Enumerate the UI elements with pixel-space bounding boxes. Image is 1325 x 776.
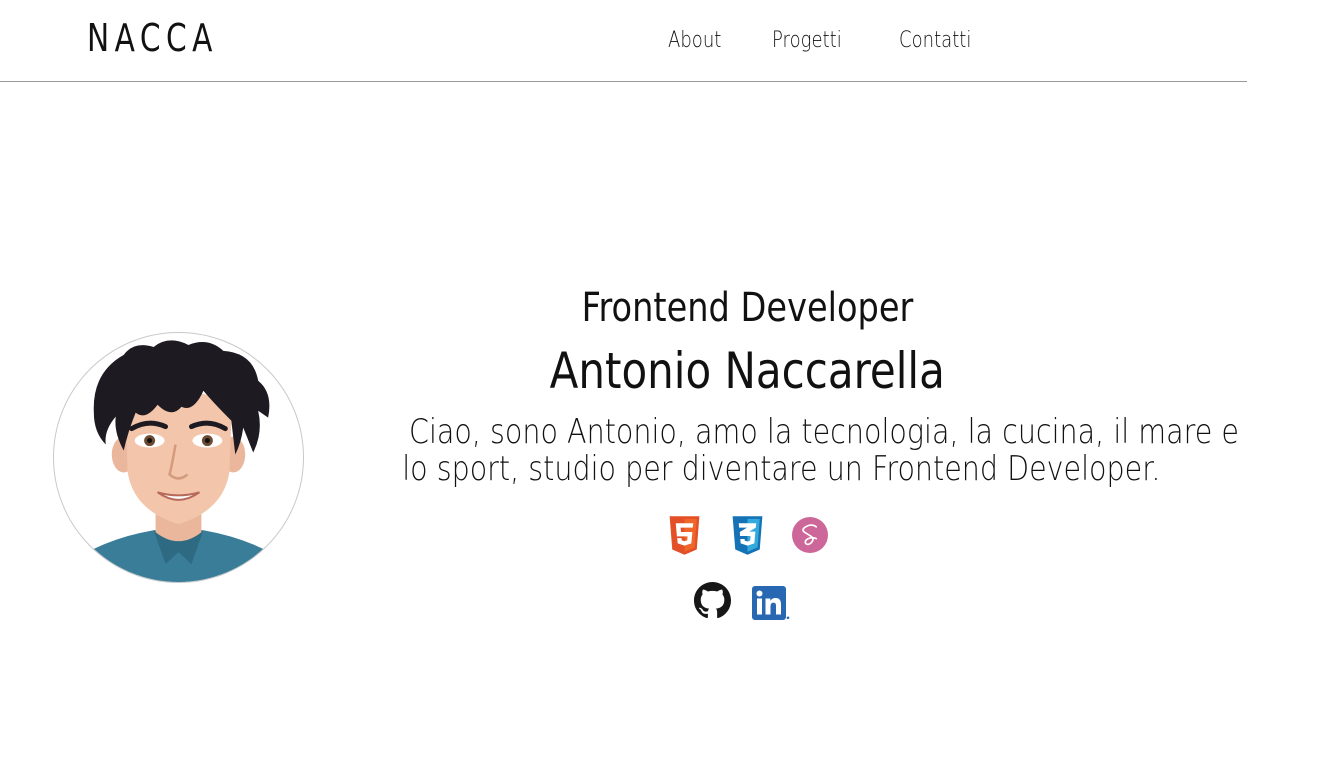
hero-role: Frontend Developer (581, 285, 913, 331)
profile-avatar (53, 332, 304, 583)
css3-icon (730, 516, 765, 555)
site-logo[interactable]: NACCA (87, 16, 218, 60)
nav-link-contatti[interactable]: Contatti (899, 28, 971, 53)
html5-icon (667, 516, 702, 555)
bio-line-2: lo sport, studio per diventare un Fronte… (402, 449, 1161, 489)
github-icon[interactable] (694, 582, 731, 619)
nav-link-progetti[interactable]: Progetti (772, 28, 842, 53)
sass-icon (792, 517, 828, 553)
nav-link-about[interactable]: About (668, 28, 721, 53)
hero-name: Antonio Naccarella (549, 342, 945, 400)
page: NACCA About Progetti Contatti Frontend D… (0, 0, 1325, 776)
cartoon-portrait-image (73, 340, 286, 582)
site-header: NACCA About Progetti Contatti (0, 0, 1247, 82)
bio-line-1: Ciao, sono Antonio, amo la tecnologia, l… (409, 412, 1239, 452)
linkedin-icon[interactable] (752, 586, 790, 620)
hero-bio: Ciao, sono Antonio, amo la tecnologia, l… (330, 414, 1239, 489)
